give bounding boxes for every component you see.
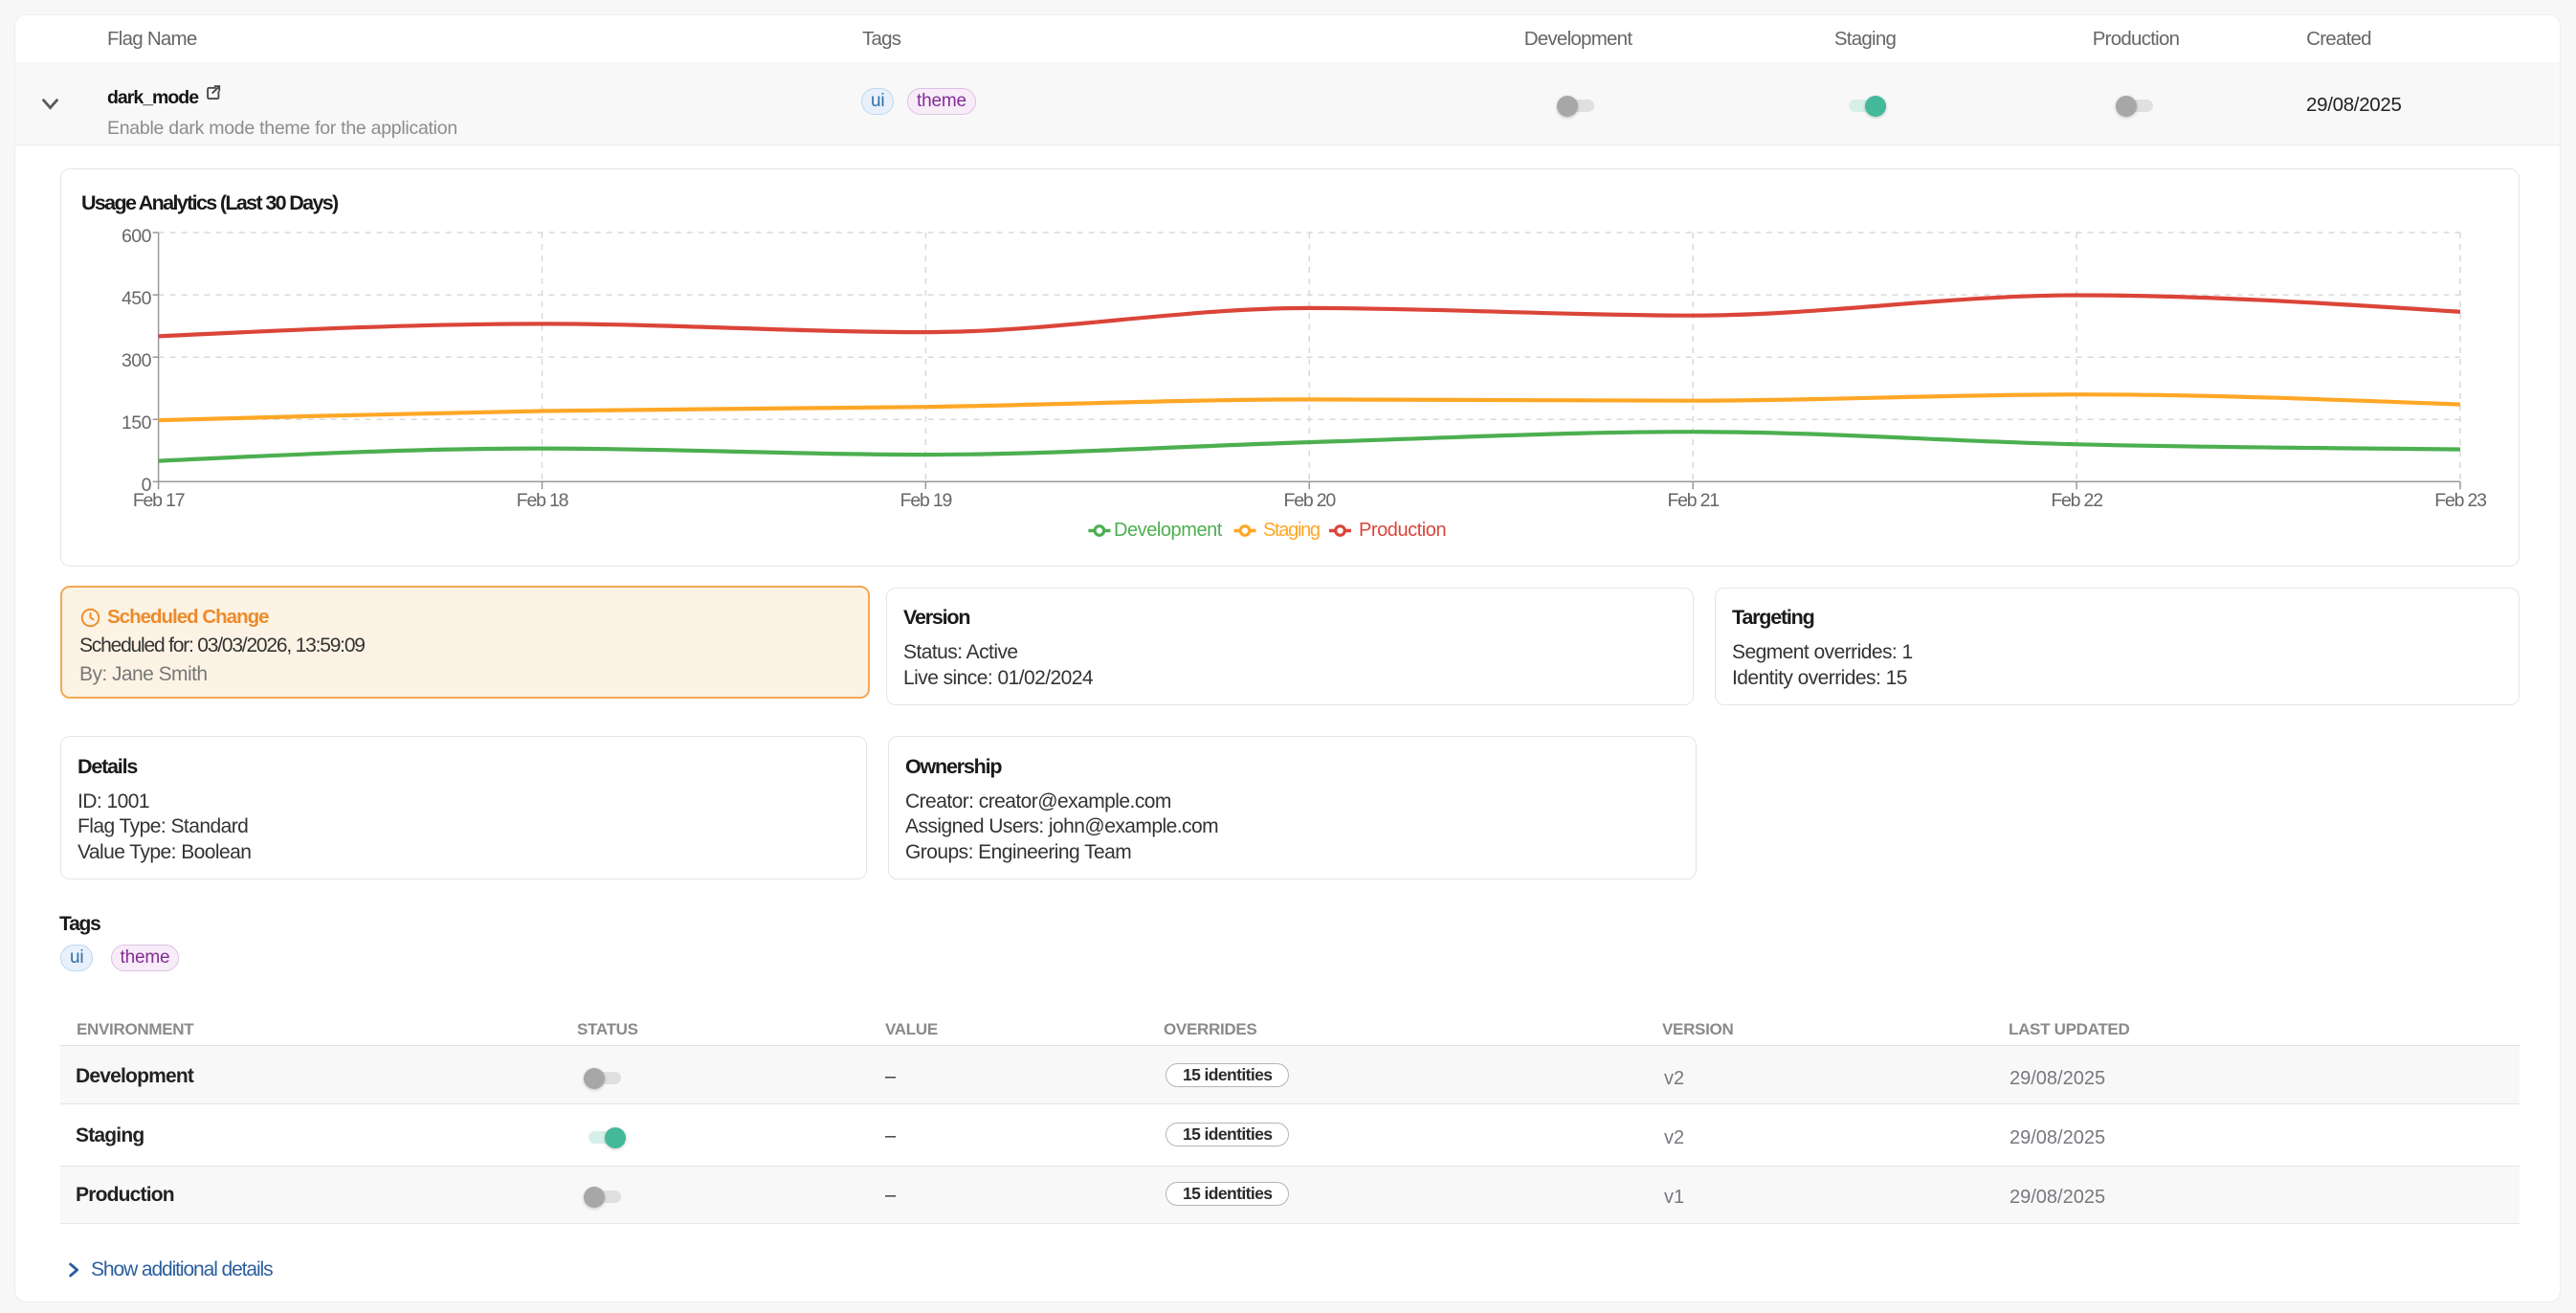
- svg-text:Development: Development: [1114, 520, 1223, 541]
- svg-text:Feb 21: Feb 21: [1667, 490, 1719, 511]
- svg-text:Feb 18: Feb 18: [517, 490, 568, 511]
- svg-text:600: 600: [122, 226, 152, 247]
- svg-text:300: 300: [122, 350, 152, 371]
- svg-text:150: 150: [122, 412, 152, 434]
- svg-text:Production: Production: [1359, 520, 1446, 541]
- svg-text:450: 450: [122, 288, 152, 309]
- svg-text:Feb 22: Feb 22: [2051, 490, 2102, 511]
- svg-text:Feb 19: Feb 19: [900, 490, 952, 511]
- svg-text:Staging: Staging: [1263, 520, 1320, 541]
- svg-text:Feb 20: Feb 20: [1284, 490, 1337, 511]
- svg-text:Feb 17: Feb 17: [133, 490, 185, 511]
- svg-text:Feb 23: Feb 23: [2434, 490, 2486, 511]
